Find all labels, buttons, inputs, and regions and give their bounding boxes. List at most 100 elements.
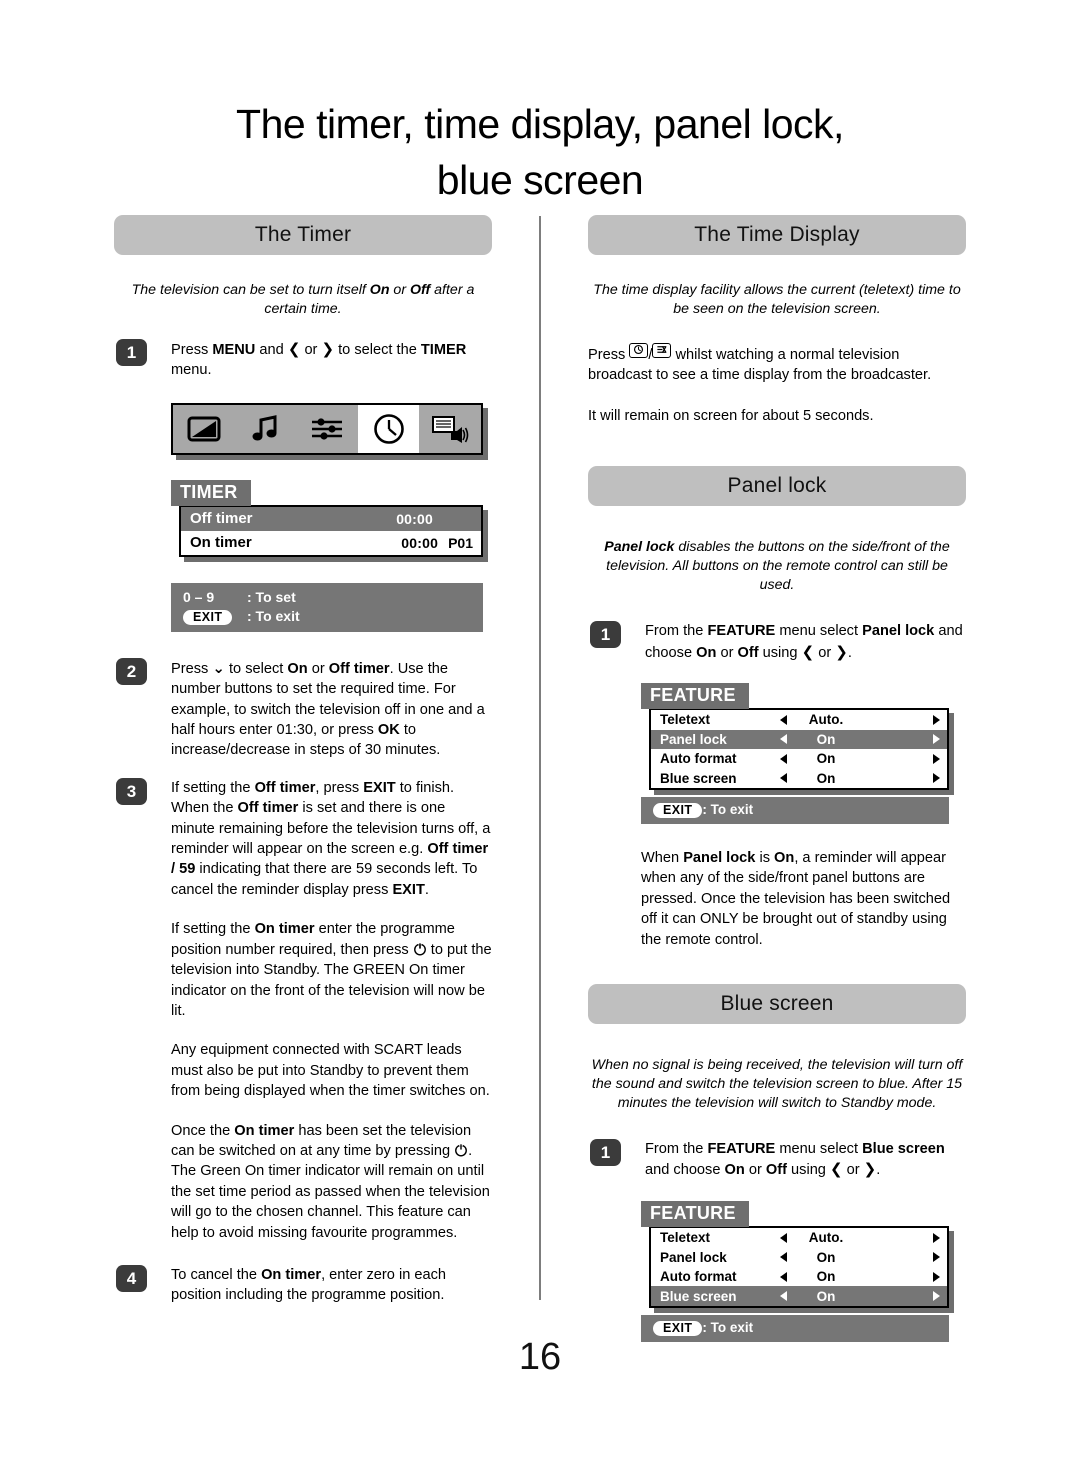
sound-icon	[252, 414, 277, 441]
arrow-right-icon[interactable]	[933, 1252, 940, 1263]
icon-bar	[171, 402, 483, 455]
feature-row-auto-format[interactable]: Auto format On	[651, 1266, 947, 1287]
bss-feature: FEATURE	[707, 1141, 776, 1158]
arrow-left-icon[interactable]	[780, 714, 787, 725]
section-banner-time-display: The Time Display	[588, 215, 966, 255]
arrow-right-icon[interactable]	[933, 773, 940, 784]
s1-menu: MENU	[212, 342, 256, 358]
step-3-text: If setting the Off timer, press EXIT to …	[171, 778, 492, 900]
feature-osd-tab-1: FEATURE	[641, 683, 749, 710]
feature-help-text-2: : To exit	[702, 1319, 754, 1335]
intro-text-c: or	[389, 282, 410, 298]
chevron-right-icon: ❯	[835, 642, 848, 661]
exit-pill: EXIT	[653, 803, 703, 819]
time-display-para-2: It will remain on screen for about 5 sec…	[588, 407, 874, 424]
timer-row-off-label: Off timer	[190, 510, 253, 528]
s3-offtimer2: Off timer	[237, 800, 299, 817]
timer-help-text-exit: : To exit	[247, 607, 300, 624]
feature-row-teletext-value: Auto.	[808, 712, 844, 728]
feature-osd-help-1: EXIT: To exit	[641, 797, 949, 825]
para-on-timer-standby: If setting the On timer enter the progra…	[114, 919, 492, 1021]
arrow-right-icon[interactable]	[933, 734, 940, 745]
s3-exit2: EXIT	[392, 881, 425, 898]
pla-c: is	[755, 850, 775, 867]
chevron-right-icon: ❯	[321, 340, 335, 358]
menu-icon-feature[interactable]	[296, 405, 358, 453]
manual-page: The timer, time display, panel lock, blu…	[0, 0, 1080, 1473]
arrow-right-icon[interactable]	[933, 714, 940, 725]
feature-row-panel-lock[interactable]: Panel lock On	[651, 1247, 947, 1267]
s1-e: to select the	[334, 342, 421, 358]
section-banner-the-timer: The Timer	[114, 215, 492, 255]
s2-c: or	[307, 660, 329, 677]
clock-key-icon	[629, 343, 649, 358]
step-1-blue-screen-text: From the FEATURE menu select Blue screen…	[645, 1139, 966, 1181]
feature-row-panel-lock[interactable]: Panel lock On	[651, 729, 947, 750]
bss-e: or	[744, 1162, 766, 1179]
menu-icon-timer[interactable]	[357, 404, 420, 453]
section-banner-panel-lock: Panel lock	[588, 466, 966, 507]
p1-ontimer: On timer	[254, 921, 315, 938]
feature-row-auto-format-label: Auto format	[660, 1269, 737, 1285]
power-icon	[413, 941, 427, 956]
pl-bold: Panel lock	[604, 539, 675, 556]
bss-f: using	[786, 1162, 830, 1179]
section-banner-blue-screen: Blue screen	[588, 984, 966, 1025]
s3-a: If setting the	[171, 779, 255, 796]
feature-row-panel-lock-label: Panel lock	[660, 731, 727, 747]
chevron-down-icon: ⌄	[212, 658, 225, 677]
timer-help-line-1: 0 – 9: To set	[183, 588, 483, 607]
pls-g: or	[814, 644, 836, 661]
menu-icon-picture[interactable]	[173, 405, 235, 453]
s2-ok: OK	[377, 722, 400, 739]
arrow-right-icon[interactable]	[933, 753, 940, 764]
feature-row-blue-screen-value: On	[816, 770, 836, 786]
pla-panellock: Panel lock	[683, 850, 756, 867]
step-1-panel-lock-text: From the FEATURE menu select Panel lock …	[645, 621, 966, 663]
feature-row-teletext-label: Teletext	[660, 712, 711, 728]
step-badge-panel-lock-1: 1	[590, 621, 621, 649]
arrow-left-icon[interactable]	[780, 1271, 787, 1282]
arrow-left-icon[interactable]	[780, 753, 787, 764]
s3-f: indicating that there are 59 seconds lef…	[171, 861, 478, 898]
pls-h: .	[847, 644, 852, 661]
pls-panellock: Panel lock	[862, 623, 935, 640]
arrow-left-icon[interactable]	[780, 1252, 787, 1263]
time-display-para-1: Press / whilst watching a normal televis…	[588, 343, 966, 386]
feature-row-teletext[interactable]: Teletext Auto.	[651, 710, 947, 730]
bss-bluescreen: Blue screen	[862, 1141, 945, 1158]
menu-icon-sound[interactable]	[235, 405, 297, 453]
feature-row-auto-format-value: On	[816, 1269, 836, 1285]
feature-row-blue-screen[interactable]: Blue screen On	[651, 768, 947, 789]
step-1-timer: 1 Press MENU and ❮ or ❯ to select the TI…	[114, 339, 492, 381]
arrow-left-icon[interactable]	[780, 1291, 787, 1302]
arrow-left-icon[interactable]	[780, 1232, 787, 1243]
arrow-right-icon[interactable]	[933, 1232, 940, 1243]
arrow-left-icon[interactable]	[780, 734, 787, 745]
feature-row-auto-format[interactable]: Auto format On	[651, 749, 947, 769]
feature-row-teletext[interactable]: Teletext Auto.	[651, 1227, 947, 1248]
arrow-right-icon[interactable]	[933, 1271, 940, 1282]
para-scart: Any equipment connected with SCART leads…	[171, 1042, 490, 1100]
timer-row-on-position: P01	[448, 534, 473, 551]
teletext-speaker-icon	[432, 415, 469, 443]
menu-icon-teletext-speaker[interactable]	[419, 405, 481, 453]
chevron-left-icon: ❮	[287, 340, 301, 358]
chevron-right-icon: ❯	[863, 1160, 877, 1179]
feature-row-blue-screen[interactable]: Blue screen On	[651, 1286, 947, 1306]
arrow-left-icon[interactable]	[780, 773, 787, 784]
exit-pill: EXIT	[183, 609, 233, 625]
feature-row-panel-lock-label: Panel lock	[660, 1249, 727, 1265]
power-icon	[454, 1142, 468, 1157]
s2-on: On	[287, 660, 308, 677]
arrow-right-icon[interactable]	[933, 1291, 940, 1302]
s1-f: menu.	[171, 362, 212, 379]
s1-timer: TIMER	[420, 342, 467, 358]
step-1-text: Press MENU and ❮ or ❯ to select the TIME…	[171, 339, 492, 381]
step-badge-2: 2	[116, 657, 147, 685]
column-divider	[539, 216, 541, 1300]
timer-row-off-value: 00:00	[396, 510, 433, 527]
timer-row-off[interactable]: Off timer 00:00	[181, 506, 481, 531]
timer-row-on[interactable]: On timer 00:00 P01	[181, 530, 481, 555]
page-title-line1: The timer, time display, panel lock,	[236, 101, 844, 147]
